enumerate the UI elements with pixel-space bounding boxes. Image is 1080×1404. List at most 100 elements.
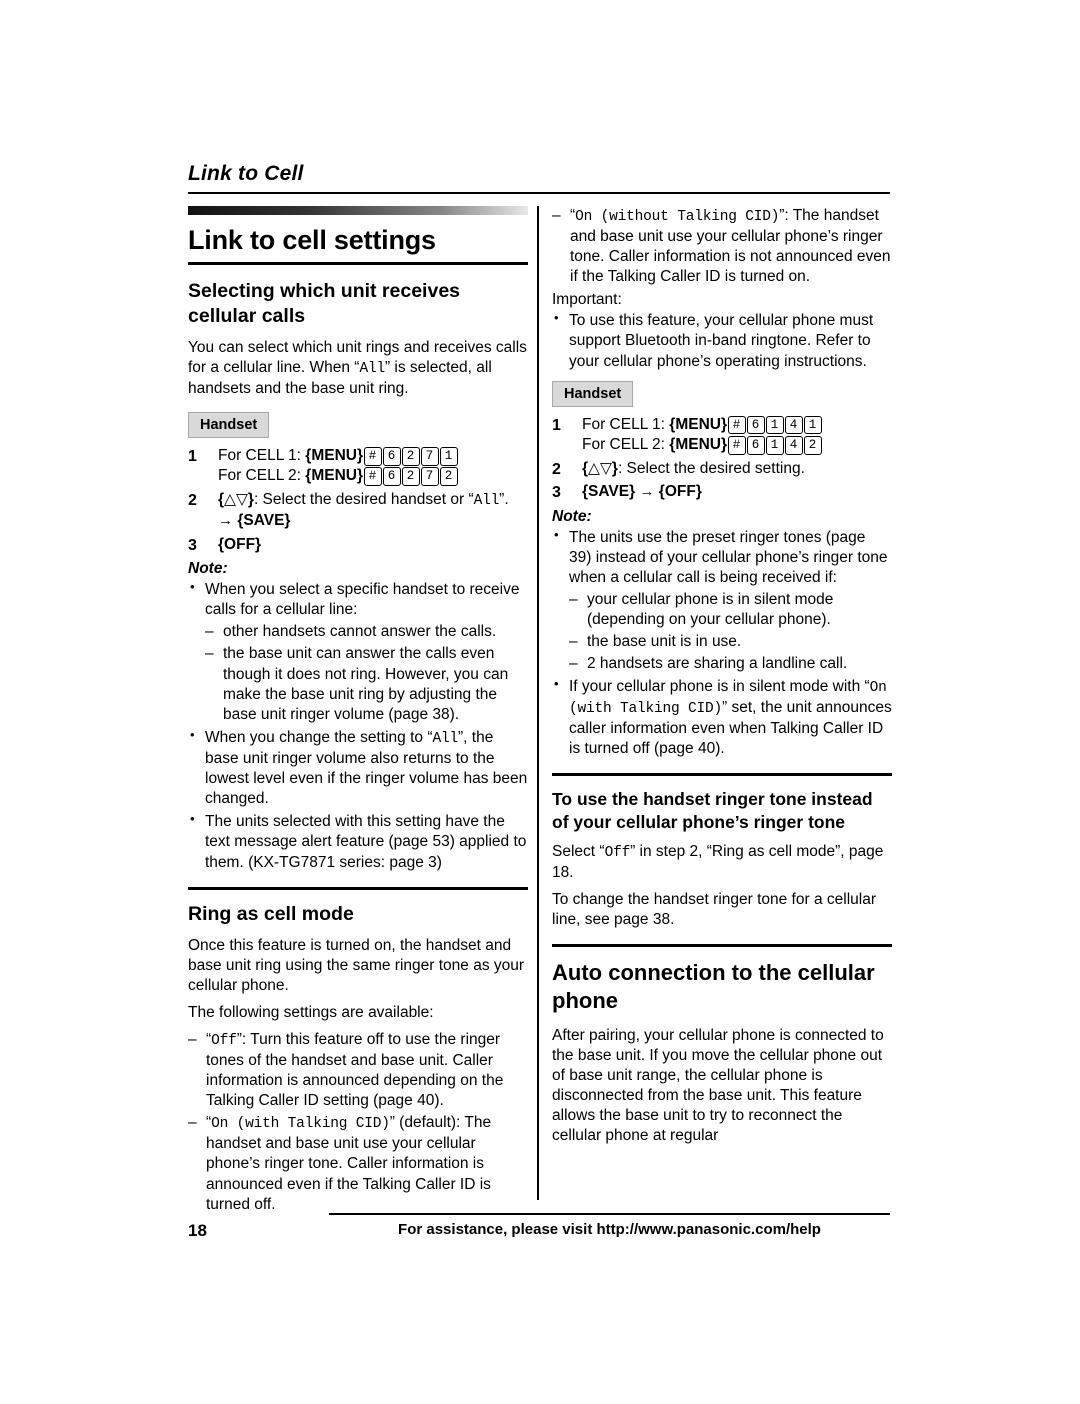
off-key-close: } xyxy=(255,535,262,553)
important-list: To use this feature, your cellular phone… xyxy=(552,310,892,371)
note-list-right: The units use the preset ringer tones (p… xyxy=(552,527,892,760)
handset-badge-left: Handset xyxy=(188,412,270,439)
subsection-rule xyxy=(552,773,892,777)
subsection-heading-handset-ringer-tone: To use the handset ringer tone instead o… xyxy=(552,789,873,833)
step-3-right: 3 {SAVE} → {OFF} xyxy=(552,482,892,502)
step-number: 1 xyxy=(552,416,561,434)
step2-text-right: : Select the desired setting. xyxy=(617,459,805,477)
step-2-right: 2 {△▽}: Select the desired setting. xyxy=(552,459,892,479)
menu-key-label: MENU xyxy=(311,447,357,465)
header-divider xyxy=(188,192,890,194)
section-heading-selecting-unit: Selecting which unit receives cellular c… xyxy=(188,280,461,327)
keypad-hash: # xyxy=(363,447,382,466)
section2-para2: The following settings are available: xyxy=(188,1004,434,1022)
menu-key-bracket-close: } xyxy=(356,447,364,465)
setting-text-off: ”: Turn this feature off to use the ring… xyxy=(206,1031,504,1110)
save-key-close: } xyxy=(284,512,291,530)
step-number: 3 xyxy=(552,484,561,502)
keypad2-d3: 7 xyxy=(420,467,439,486)
note-item: If your cellular phone is in silent mode… xyxy=(552,676,892,759)
cell2-prefix: For CELL 2: xyxy=(218,467,306,485)
setting-item-on-with: “On (with Talking CID)” (default): The h… xyxy=(188,1113,528,1214)
footer-divider xyxy=(329,1213,890,1215)
step-1-line-1: For CELL 1: {MENU} #6 2 7 1 xyxy=(218,446,528,466)
chapter-gradient-bar xyxy=(188,206,528,215)
note-sub-item: your cellular phone is in silent mode (d… xyxy=(569,590,892,630)
left-column: Link to cell settings Selecting which un… xyxy=(188,206,528,1217)
section2-settings-list: “Off”: Turn this feature off to use the … xyxy=(188,1030,528,1215)
menu-key-bracket-close-r: } xyxy=(720,415,728,433)
note-text-a: When you change the setting to “ xyxy=(205,728,433,746)
step-2-left: 2 {△▽}: Select the desired handset or “A… xyxy=(188,490,528,532)
up-down-arrow-icon: △▽ xyxy=(224,490,248,508)
right-column: “On (without Talking CID)”: The handset … xyxy=(552,206,892,1153)
note-text: The units use the preset ringer tones (p… xyxy=(569,528,888,586)
keypad2-hash: # xyxy=(363,467,382,486)
step2-text-a: : Select the desired handset or “ xyxy=(253,490,474,508)
column-divider xyxy=(537,206,539,1200)
intro-mono-all: All xyxy=(359,361,385,378)
auto-connection-rule xyxy=(552,944,892,948)
save-key-label-r: SAVE xyxy=(588,483,630,501)
save-key-label: SAVE xyxy=(243,512,285,530)
section-heading-auto-connection: Auto connection to the cellular phone xyxy=(552,960,875,1014)
keypad-r2-d2: 1 xyxy=(765,436,784,455)
step-1-right: 1 For CELL 1: {MENU} #6 1 4 1 For CELL 2: {M… xyxy=(552,415,892,456)
subsection-para2: To change the handset ringer tone for a … xyxy=(552,890,876,929)
section1-intro: You can select which unit rings and rece… xyxy=(188,338,528,399)
step-1-line-2: For CELL 2: {MENU} #6 2 7 2 xyxy=(218,466,528,486)
setting-item-off: “Off”: Turn this feature off to use the … xyxy=(188,1030,528,1111)
off-key-close-r: } xyxy=(695,483,702,501)
sub-para-a: Select “ xyxy=(552,842,605,860)
note-sub-item: 2 handsets are sharing a landline call. xyxy=(569,654,892,674)
keypad-r2-d4: 2 xyxy=(803,436,822,455)
note-item: When you select a specific handset to re… xyxy=(188,579,528,725)
note-item: The units use the preset ringer tones (p… xyxy=(552,527,892,675)
menu-key-label-r2: MENU xyxy=(675,436,721,454)
step-number: 1 xyxy=(188,448,197,466)
setting-item-on-without: “On (without Talking CID)”: The handset … xyxy=(552,206,892,287)
important-label: Important: xyxy=(552,291,622,309)
keypad-r-d4: 1 xyxy=(803,415,822,435)
auto-connection-para1: After pairing, your cellular phone is co… xyxy=(552,1026,884,1145)
important-item: To use this feature, your cellular phone… xyxy=(552,310,892,371)
keypad2-d1: 6 xyxy=(382,467,401,486)
footer-assistance-text: For assistance, please visit http://www.… xyxy=(398,1221,821,1238)
off-key-label-r: OFF xyxy=(664,483,696,501)
note-sub-list: other handsets cannot answer the calls. … xyxy=(205,622,528,725)
save-key-close-r: } xyxy=(629,483,636,501)
running-header: Link to Cell xyxy=(188,162,304,185)
note-item: The units selected with this setting hav… xyxy=(188,811,528,872)
off-key-label: OFF xyxy=(224,535,256,553)
keypad-r-d2: 1 xyxy=(765,415,784,435)
keypad2-d4: 2 xyxy=(439,467,458,486)
note-sub-list-right: your cellular phone is in silent mode (d… xyxy=(569,590,892,675)
continued-settings-list: “On (without Talking CID)”: The handset … xyxy=(552,206,892,287)
step-3-left: 3 {OFF} xyxy=(188,535,528,555)
note-mono: All xyxy=(432,730,458,747)
keypad-r-hash: # xyxy=(727,415,746,435)
menu-key-bracket-close-r2: } xyxy=(720,436,728,454)
subsection-para1: Select “Off” in step 2, “Ring as cell mo… xyxy=(552,842,892,883)
note-sub-item: the base unit can answer the calls even … xyxy=(205,644,528,725)
keypad-r-d1: 6 xyxy=(746,415,765,435)
setting-mono-on-without: On (without Talking CID) xyxy=(575,209,780,225)
keypad-r2-d1: 6 xyxy=(746,436,765,455)
note-text-a: If your cellular phone is in silent mode… xyxy=(569,678,870,696)
step-2-arrow-line: → {SAVE} xyxy=(218,511,528,531)
step-number: 2 xyxy=(552,460,561,478)
cell1-prefix-right: For CELL 1: xyxy=(582,415,670,433)
keypad-d1: 6 xyxy=(382,447,401,466)
section2-rule xyxy=(188,886,528,890)
section-heading-ring-as-cell-mode: Ring as cell mode xyxy=(188,902,354,925)
chapter-rule xyxy=(188,262,528,265)
keypad-r2-d3: 4 xyxy=(784,436,803,455)
step-1-line-2-right: For CELL 2: {MENU} #6 1 4 2 xyxy=(582,435,892,455)
note-label-left: Note: xyxy=(188,559,228,577)
document-page: Link to Cell Link to cell settings Selec… xyxy=(0,0,1080,1404)
up-down-arrow-icon: △▽ xyxy=(588,459,612,477)
cell2-prefix-right: For CELL 2: xyxy=(582,436,670,454)
right-arrow-icon: → xyxy=(639,483,655,501)
keypad-d4: 1 xyxy=(439,447,458,466)
note-sub-item: the base unit is in use. xyxy=(569,632,892,652)
